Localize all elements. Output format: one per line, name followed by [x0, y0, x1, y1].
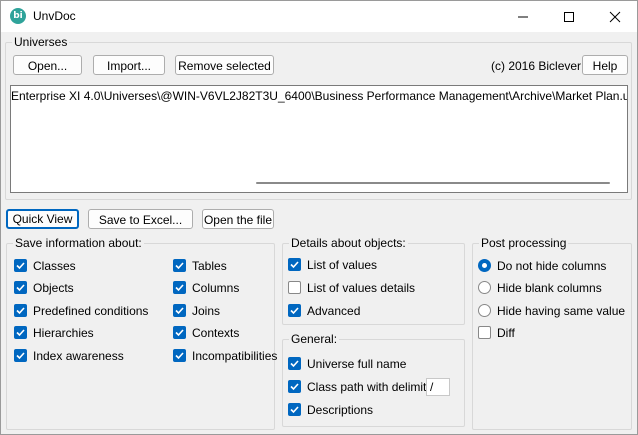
- diff-checkbox[interactable]: [478, 326, 491, 339]
- horizontal-scrollbar[interactable]: [256, 182, 610, 184]
- diff-label: Diff: [497, 326, 515, 340]
- hide-same-value-radio[interactable]: [478, 304, 491, 317]
- objects-label: Objects: [33, 281, 74, 295]
- checkmark-icon: [175, 307, 184, 315]
- hierarchies-checkbox[interactable]: [14, 326, 27, 339]
- columns-checkbox[interactable]: [173, 281, 186, 294]
- checkmark-icon: [16, 329, 25, 337]
- hierarchies-label: Hierarchies: [33, 326, 94, 340]
- checkmark-icon: [290, 383, 299, 391]
- list-item[interactable]: Enterprise XI 4.0\Universes\@WIN-V6VL2J8…: [11, 89, 627, 103]
- general-group-title: General:: [289, 332, 340, 346]
- checkmark-icon: [175, 262, 184, 270]
- minimize-icon: [518, 16, 528, 18]
- checkmark-icon: [16, 307, 25, 315]
- list-of-values-details-checkbox[interactable]: [288, 281, 301, 294]
- incompatibilities-label: Incompatibilities: [192, 349, 278, 363]
- title-bar: bi UnvDoc: [1, 1, 637, 32]
- save-information-title: Save information about:: [13, 236, 144, 250]
- copyright-text: (c) 2016 Biclever: [491, 59, 582, 73]
- list-of-values-label: List of values: [307, 258, 378, 272]
- checkmark-icon: [290, 307, 299, 315]
- class-path-label: Class path with delimiter: [307, 380, 438, 394]
- classes-label: Classes: [33, 259, 76, 273]
- window-title: UnvDoc: [33, 9, 76, 23]
- joins-checkbox[interactable]: [173, 304, 186, 317]
- do-not-hide-columns-radio[interactable]: [478, 259, 491, 272]
- hide-blank-columns-radio[interactable]: [478, 281, 491, 294]
- tables-checkbox[interactable]: [173, 259, 186, 272]
- predefined-conditions-checkbox[interactable]: [14, 304, 27, 317]
- incompatibilities-checkbox[interactable]: [173, 349, 186, 362]
- tables-label: Tables: [192, 259, 227, 273]
- advanced-checkbox[interactable]: [288, 304, 301, 317]
- hide-blank-columns-label: Hide blank columns: [497, 281, 602, 295]
- classes-checkbox[interactable]: [14, 259, 27, 272]
- app-window: bi UnvDoc Universes Open... Import... Re…: [0, 0, 638, 435]
- list-of-values-checkbox[interactable]: [288, 258, 301, 271]
- close-icon: [609, 11, 621, 23]
- checkmark-icon: [175, 352, 184, 360]
- descriptions-checkbox[interactable]: [288, 403, 301, 416]
- checkmark-icon: [16, 262, 25, 270]
- close-button[interactable]: [592, 1, 638, 32]
- delimiter-input[interactable]: /: [426, 378, 450, 396]
- class-path-checkbox[interactable]: [288, 380, 301, 393]
- universe-full-name-label: Universe full name: [307, 357, 407, 371]
- maximize-button[interactable]: [546, 1, 592, 32]
- checkmark-icon: [16, 352, 25, 360]
- joins-label: Joins: [192, 304, 221, 318]
- objects-checkbox[interactable]: [14, 281, 27, 294]
- advanced-label: Advanced: [307, 304, 361, 318]
- help-button[interactable]: Help: [582, 55, 628, 75]
- open-button[interactable]: Open...: [13, 55, 82, 75]
- checkmark-icon: [16, 284, 25, 292]
- quick-view-button[interactable]: Quick View: [6, 209, 79, 229]
- minimize-button[interactable]: [500, 1, 546, 32]
- universe-list[interactable]: Enterprise XI 4.0\Universes\@WIN-V6VL2J8…: [10, 85, 628, 193]
- open-the-file-button[interactable]: Open the file: [202, 209, 274, 229]
- checkmark-icon: [175, 284, 184, 292]
- contexts-checkbox[interactable]: [173, 326, 186, 339]
- details-group-title: Details about objects:: [289, 236, 408, 250]
- descriptions-label: Descriptions: [307, 403, 374, 417]
- list-of-values-details-label: List of values details: [307, 281, 416, 295]
- checkmark-icon: [290, 261, 299, 269]
- hide-same-value-label: Hide having same value: [497, 304, 626, 318]
- columns-label: Columns: [192, 281, 240, 295]
- universes-group-title: Universes: [12, 35, 70, 49]
- remove-selected-button[interactable]: Remove selected: [175, 55, 274, 75]
- index-awareness-checkbox[interactable]: [14, 349, 27, 362]
- import-button[interactable]: Import...: [93, 55, 165, 75]
- checkmark-icon: [290, 406, 299, 414]
- contexts-label: Contexts: [192, 326, 240, 340]
- save-to-excel-button[interactable]: Save to Excel...: [88, 209, 193, 229]
- universe-full-name-checkbox[interactable]: [288, 357, 301, 370]
- checkmark-icon: [290, 360, 299, 368]
- post-processing-title: Post processing: [479, 236, 569, 250]
- maximize-icon: [564, 12, 574, 22]
- do-not-hide-columns-label: Do not hide columns: [497, 259, 607, 273]
- app-logo-icon: bi: [10, 8, 26, 24]
- predefined-conditions-label: Predefined conditions: [33, 304, 149, 318]
- index-awareness-label: Index awareness: [33, 349, 124, 363]
- checkmark-icon: [175, 329, 184, 337]
